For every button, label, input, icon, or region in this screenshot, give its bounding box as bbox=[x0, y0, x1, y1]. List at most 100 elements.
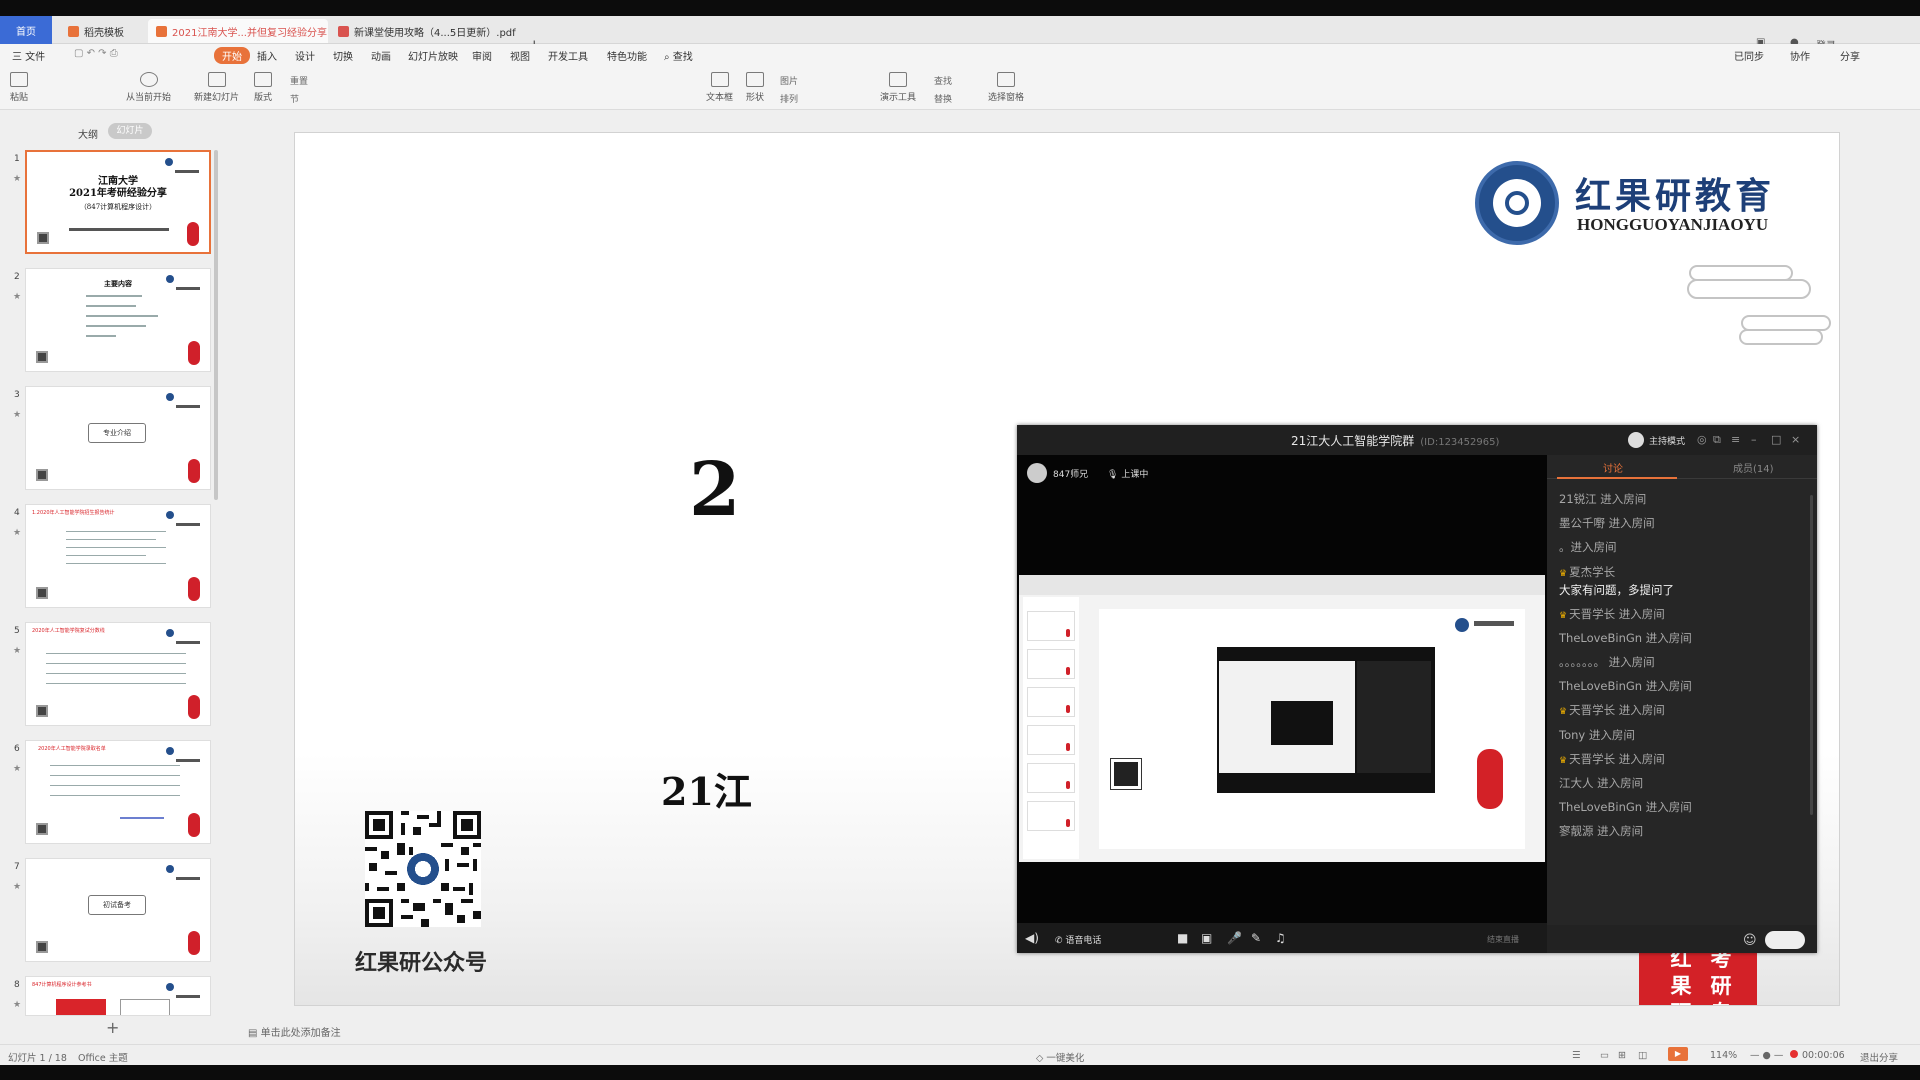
menu-features[interactable]: 特色功能 bbox=[607, 48, 647, 63]
share-button[interactable]: 分享 bbox=[1840, 48, 1860, 63]
menu-design[interactable]: 设计 bbox=[295, 48, 315, 63]
new-slide-button[interactable]: 新建幻灯片 bbox=[194, 72, 239, 103]
menu-review[interactable]: 审阅 bbox=[472, 48, 492, 63]
music-icon[interactable]: ♫ bbox=[1275, 931, 1286, 945]
microphone-icon[interactable]: 🎤 bbox=[1227, 931, 1242, 945]
maximize-icon[interactable]: □ bbox=[1771, 433, 1781, 446]
slides-tab[interactable]: 幻灯片 bbox=[108, 123, 152, 139]
file-menu[interactable]: 三 文件 bbox=[12, 48, 45, 63]
thumb-heading: 2020年人工智能学院复试分数线 bbox=[32, 628, 105, 634]
screen-share-icon[interactable]: ▣ bbox=[1201, 931, 1212, 945]
send-button[interactable] bbox=[1765, 931, 1805, 949]
menu-view[interactable]: 视图 bbox=[510, 48, 530, 63]
tab-home[interactable]: 首页 bbox=[0, 16, 52, 44]
popout-icon[interactable]: ⧉ bbox=[1713, 433, 1721, 447]
brand-logo-icon bbox=[1475, 161, 1559, 245]
textbox-button[interactable]: 文本框 bbox=[706, 72, 733, 103]
slide-thumbnail-8[interactable]: 847计算机程序设计参考书 bbox=[25, 976, 211, 1016]
zoom-level[interactable]: 114% bbox=[1710, 1050, 1737, 1061]
sync-status[interactable]: 已同步 bbox=[1734, 48, 1764, 63]
tab-templates[interactable]: 稻壳模板 bbox=[60, 19, 148, 43]
tab-members[interactable]: 成员(14) bbox=[1733, 460, 1774, 475]
normal-view-icon[interactable]: ▭ bbox=[1600, 1050, 1609, 1061]
menu-developer[interactable]: 开发工具 bbox=[548, 48, 588, 63]
ribbon-toolbar: 粘贴 从当前开始 新建幻灯片 版式 重置 节 文本框 形状 图片 排列 演示工具… bbox=[0, 66, 1920, 110]
beautify-button[interactable]: ◇ 一键美化 bbox=[1036, 1050, 1084, 1064]
find-button[interactable]: 查找 bbox=[934, 74, 952, 87]
menu-transition[interactable]: 切换 bbox=[333, 48, 353, 63]
outline-tab[interactable]: 大纲 bbox=[78, 126, 98, 141]
mic-icon: 🎙 bbox=[1107, 470, 1119, 480]
end-live-button[interactable]: 结束直播 bbox=[1487, 934, 1519, 945]
paste-button[interactable]: 粘贴 bbox=[10, 72, 28, 103]
screen-share-preview bbox=[1019, 575, 1545, 862]
replace-button[interactable]: 替换 bbox=[934, 92, 952, 105]
menu-slideshow[interactable]: 幻灯片放映 bbox=[408, 48, 458, 63]
search-menu[interactable]: ⌕ 查找 bbox=[664, 48, 693, 63]
menu-animation[interactable]: 动画 bbox=[371, 48, 391, 63]
notes-area[interactable] bbox=[232, 1018, 1920, 1044]
menu-icon[interactable]: ≡ bbox=[1731, 433, 1740, 446]
qr-mini-icon bbox=[36, 469, 48, 481]
selection-pane-button[interactable]: 选择窗格 bbox=[988, 72, 1024, 103]
settings-icon[interactable]: ◎ bbox=[1697, 433, 1707, 446]
speaker-icon[interactable]: ◀) bbox=[1025, 931, 1039, 945]
whiteboard-icon[interactable]: ✎ bbox=[1251, 931, 1261, 945]
live-class-window[interactable]: 21江大人工智能学院群 (ID:123452965) 主持模式 ◎ ⧉ ≡ – □… bbox=[1017, 425, 1817, 953]
brand-name-en: HONGGUOYANJIAOYU bbox=[1577, 215, 1769, 234]
chat-message: ♛ 天晋学长 进入房间 bbox=[1559, 606, 1665, 621]
theme-name[interactable]: Office 主题 bbox=[78, 1050, 128, 1064]
live-titlebar[interactable]: 21江大人工智能学院群 (ID:123452965) 主持模式 ◎ ⧉ ≡ – □… bbox=[1017, 425, 1817, 455]
chat-message: 寥靓源 进入房间 bbox=[1559, 824, 1644, 839]
qr-code-icon bbox=[365, 811, 481, 927]
zoom-slider[interactable]: — ● — bbox=[1750, 1050, 1783, 1061]
tab-label: 稻壳模板 bbox=[84, 27, 124, 39]
slideshow-play-button[interactable]: ▶ bbox=[1668, 1047, 1688, 1061]
close-icon[interactable]: × bbox=[1791, 433, 1800, 446]
logo-mini-icon bbox=[166, 865, 202, 880]
menu-insert[interactable]: 插入 bbox=[257, 48, 277, 63]
menu-home[interactable]: 开始 bbox=[214, 47, 250, 64]
reading-view-icon[interactable]: ◫ bbox=[1638, 1050, 1647, 1061]
slide-thumbnail-2[interactable]: 主要内容 bbox=[25, 268, 211, 372]
presentation-tools-button[interactable]: 演示工具 bbox=[880, 72, 916, 103]
collaborate-button[interactable]: 协作 bbox=[1790, 48, 1810, 63]
tab-discussion[interactable]: 讨论 bbox=[1603, 460, 1623, 475]
notes-toggle-icon[interactable]: ☰ bbox=[1572, 1050, 1581, 1061]
voice-call-button[interactable]: ✆ 语音电话 bbox=[1055, 933, 1101, 946]
slide-thumbnail-1[interactable]: 江南大学 2021年考研经验分享 （847计算机程序设计） bbox=[25, 150, 211, 254]
slide-thumbnail-3[interactable]: 专业介绍 bbox=[25, 386, 211, 490]
slide-canvas[interactable]: 红果研教育 HONGGUOYANJIAOYU 2 21江 红果研公众号 考研 红… bbox=[294, 132, 1840, 1006]
chat-message: 墨公千嘢 进入房间 bbox=[1559, 516, 1655, 531]
chat-scrollbar[interactable] bbox=[1810, 495, 1813, 815]
slide-thumbnail-5[interactable]: 2020年人工智能学院复试分数线 bbox=[25, 622, 211, 726]
emoji-icon[interactable]: ☺ bbox=[1743, 933, 1757, 948]
shape-button[interactable]: 形状 bbox=[746, 72, 764, 103]
active-tab-indicator bbox=[1557, 477, 1677, 479]
picture-button[interactable]: 图片 bbox=[780, 74, 798, 87]
section-button[interactable]: 节 bbox=[290, 92, 299, 105]
slide-thumbnail-7[interactable]: 初试备考 bbox=[25, 858, 211, 962]
reset-button[interactable]: 重置 bbox=[290, 74, 308, 87]
quick-access-icons[interactable]: ▢ ↶ ↷ ⎙ bbox=[74, 48, 118, 59]
add-slide-button[interactable]: + bbox=[106, 1018, 119, 1037]
thumb-heading: 847计算机程序设计参考书 bbox=[32, 982, 92, 988]
play-from-current-button[interactable]: 从当前开始 bbox=[126, 72, 171, 103]
chat-tabs: 讨论 成员(14) bbox=[1547, 455, 1817, 479]
tab-pdf-document[interactable]: 新课堂使用攻略（4...5日更新）.pdf bbox=[330, 19, 520, 43]
camera-icon[interactable]: ■ bbox=[1177, 931, 1188, 945]
layout-button[interactable]: 版式 bbox=[254, 72, 272, 103]
minimize-icon[interactable]: – bbox=[1751, 433, 1757, 446]
notes-placeholder[interactable]: ▤ 单击此处添加备注 bbox=[248, 1024, 341, 1039]
exit-share-button[interactable]: 退出分享 bbox=[1860, 1050, 1898, 1064]
arrange-button[interactable]: 排列 bbox=[780, 92, 798, 105]
host-mode-label[interactable]: 主持模式 bbox=[1649, 434, 1685, 447]
thumbnail-scrollbar[interactable] bbox=[214, 150, 218, 500]
slide-thumbnail-4[interactable]: 1.2020年人工智能学院招生报告统计 bbox=[25, 504, 211, 608]
tab-ppt-document[interactable]: 2021江南大学...并但复习经验分享 × bbox=[148, 19, 328, 43]
qr-mini-icon bbox=[36, 823, 48, 835]
close-icon[interactable]: × bbox=[327, 26, 328, 37]
slide-thumbnail-6[interactable]: 2020年人工智能学院录取名单 bbox=[25, 740, 211, 844]
sorter-view-icon[interactable]: ⊞ bbox=[1618, 1050, 1626, 1061]
star-icon: ★ bbox=[13, 1000, 22, 1010]
